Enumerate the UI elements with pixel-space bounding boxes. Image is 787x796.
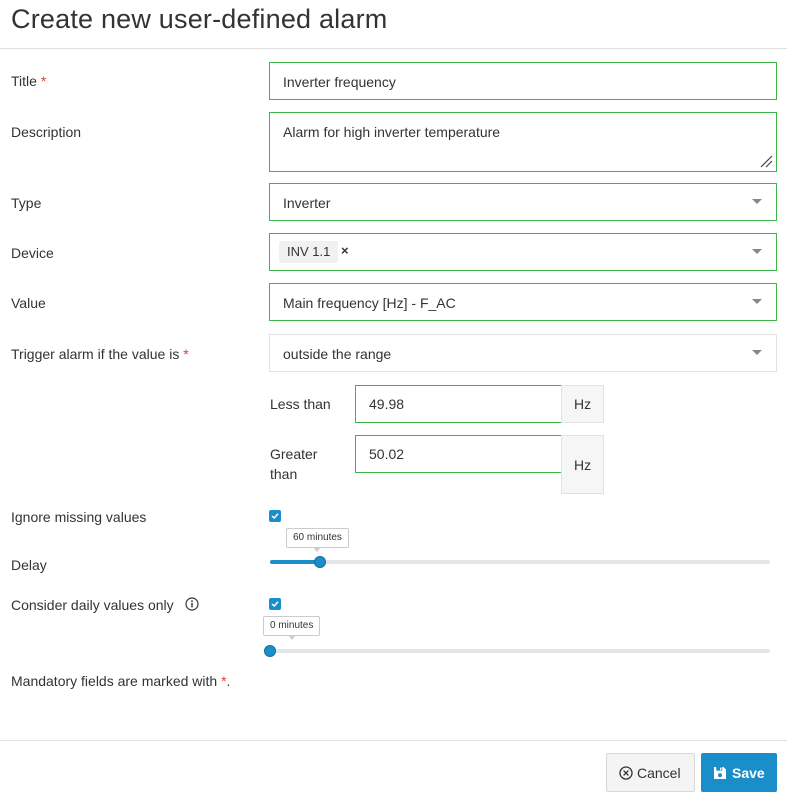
- cancel-button[interactable]: Cancel: [606, 753, 695, 792]
- device-label: Device: [11, 245, 54, 261]
- daily-slider-handle[interactable]: [264, 645, 276, 657]
- footer-divider: [0, 740, 787, 741]
- chevron-down-icon: [752, 299, 762, 304]
- daily-tooltip: 0 minutes: [263, 616, 321, 640]
- less-than-label: Less than: [270, 396, 331, 412]
- less-than-unit: Hz: [561, 385, 604, 423]
- daily-values-label: Consider daily values only: [11, 597, 174, 613]
- mandatory-note: Mandatory fields are marked with *.: [11, 673, 231, 689]
- dialog-header: Create new user-defined alarm: [0, 0, 787, 49]
- check-icon: [271, 513, 279, 520]
- value-select[interactable]: Main frequency [Hz] - F_AC: [269, 283, 777, 321]
- trigger-select[interactable]: outside the range: [269, 334, 777, 372]
- page-title: Create new user-defined alarm: [11, 4, 388, 34]
- value-label: Value: [11, 295, 46, 311]
- resize-handle-icon[interactable]: [759, 154, 773, 168]
- delay-slider[interactable]: [270, 560, 770, 564]
- trigger-label: Trigger alarm if the value is *: [11, 346, 189, 362]
- save-button[interactable]: Save: [701, 753, 777, 792]
- delay-label: Delay: [11, 557, 47, 573]
- required-mark: *: [183, 346, 189, 362]
- ignore-missing-checkbox[interactable]: [269, 510, 281, 522]
- chevron-down-icon: [752, 249, 762, 254]
- check-icon: [271, 601, 279, 608]
- description-textarea[interactable]: Alarm for high inverter temperature: [269, 112, 777, 172]
- delay-tooltip: 60 minutes: [286, 528, 349, 552]
- type-select[interactable]: Inverter: [269, 183, 777, 221]
- remove-tag-icon[interactable]: ×: [341, 243, 349, 258]
- ignore-missing-label: Ignore missing values: [11, 509, 147, 525]
- delay-slider-handle[interactable]: [314, 556, 326, 568]
- chevron-down-icon: [752, 350, 762, 355]
- greater-than-label: Greater than: [270, 446, 318, 482]
- delay-slider-fill: [270, 560, 320, 564]
- info-icon[interactable]: [185, 597, 199, 611]
- greater-than-unit: Hz: [561, 435, 604, 494]
- floppy-disk-icon: [714, 767, 726, 779]
- type-label: Type: [11, 195, 42, 211]
- daily-slider[interactable]: [270, 649, 770, 653]
- device-multiselect[interactable]: INV 1.1 ×: [269, 233, 777, 271]
- chevron-down-icon: [752, 199, 762, 204]
- less-than-input[interactable]: 49.98: [355, 385, 562, 423]
- description-label: Description: [11, 124, 82, 140]
- required-mark: *: [40, 73, 47, 89]
- close-circle-icon: [619, 766, 633, 780]
- title-input[interactable]: Inverter frequency: [269, 62, 777, 100]
- greater-than-input[interactable]: 50.02: [355, 435, 562, 473]
- title-label: Title *: [11, 73, 47, 89]
- device-tag: INV 1.1: [279, 241, 339, 263]
- daily-values-checkbox[interactable]: [269, 598, 281, 610]
